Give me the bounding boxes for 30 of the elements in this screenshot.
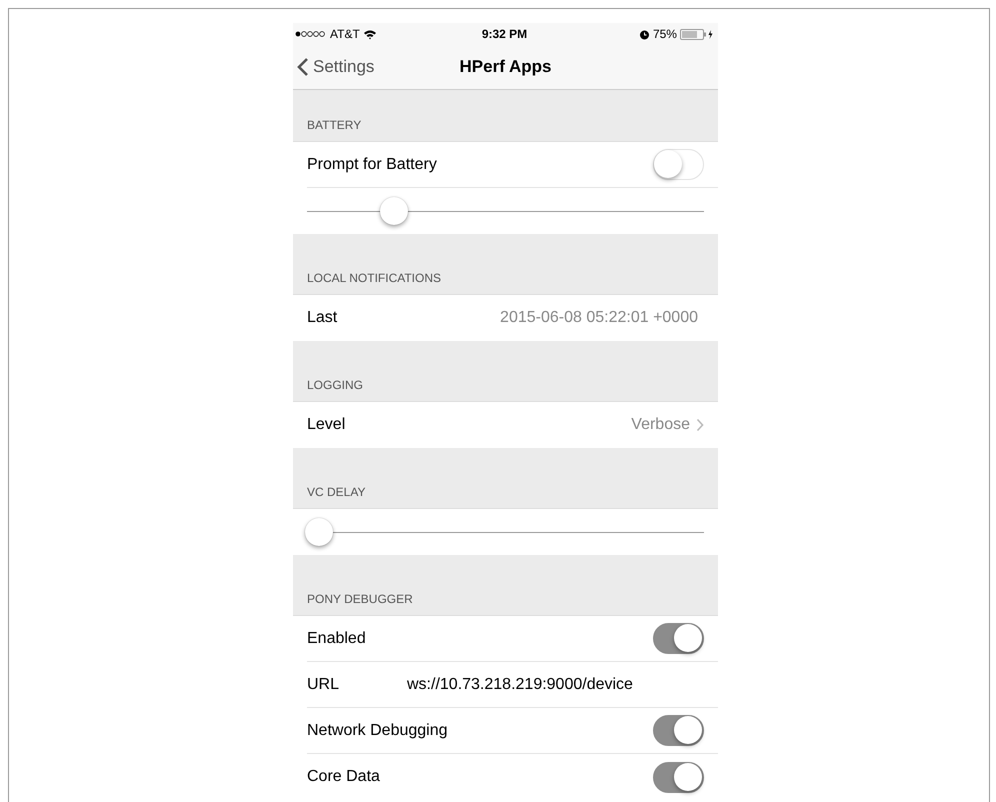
- wifi-icon: [362, 28, 377, 40]
- setting-label: URL: [307, 676, 340, 694]
- section-header: PONY DEBUGGER: [307, 592, 413, 606]
- slider-thumb[interactable]: [304, 518, 333, 546]
- setting-label: Enabled: [307, 630, 366, 648]
- toggle-switch[interactable]: [653, 762, 704, 792]
- signal-icon: [295, 30, 327, 38]
- screen-title: HPerf Apps: [460, 57, 552, 77]
- carrier-name: AT&T: [330, 27, 360, 41]
- setting-label: Core Data: [307, 768, 380, 786]
- chevron-left-icon: [297, 57, 309, 77]
- status-time: 9:32 PM: [482, 27, 528, 41]
- section-header: LOCAL NOTIFICATIONS: [307, 271, 442, 285]
- setting-label: Prompt for Battery: [307, 156, 437, 174]
- battery-charging-icon: [680, 28, 714, 40]
- slider-thumb[interactable]: [380, 197, 408, 225]
- section-header: VC DELAY: [307, 485, 366, 499]
- toggle-switch[interactable]: [653, 623, 704, 654]
- setting-value: 2015-06-08 05:22:01 +0000: [500, 309, 698, 327]
- setting-label: Last: [307, 309, 338, 327]
- section-header: BATTERY: [307, 118, 362, 132]
- chevron-right-icon: [696, 418, 704, 432]
- back-button[interactable]: Settings: [293, 57, 374, 77]
- disclosure-row[interactable]: Level Verbose: [307, 402, 718, 448]
- setting-label: Network Debugging: [307, 722, 448, 740]
- section-header: LOGGING: [307, 378, 364, 392]
- setting-value: ws://10.73.218.219:9000/device: [407, 676, 633, 694]
- alarm-clock-icon: [638, 28, 650, 40]
- toggle-switch[interactable]: [653, 715, 704, 746]
- battery-percent: 75%: [652, 27, 677, 41]
